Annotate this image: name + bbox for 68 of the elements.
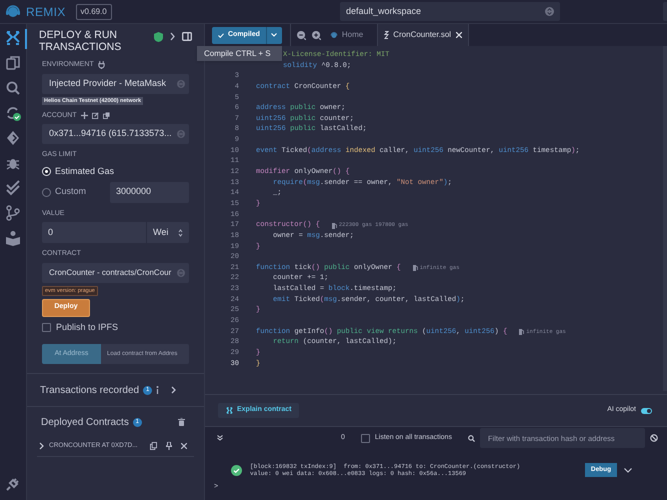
caret-down-icon [271, 33, 278, 37]
updown-caret-icon [545, 7, 554, 16]
section-title: Deployed Contracts [41, 416, 129, 430]
headset-icon [330, 32, 338, 38]
copy-icon[interactable] [150, 442, 157, 450]
plug-icon[interactable] [5, 476, 21, 492]
success-check-icon [231, 464, 242, 476]
info-icon[interactable] [156, 386, 160, 394]
close-icon[interactable] [181, 442, 187, 448]
copy-icon[interactable] [102, 112, 110, 120]
account-select[interactable]: 0x371...94716 (615.7133573... [42, 124, 189, 144]
ban-icon[interactable] [650, 434, 658, 442]
chevron-right-icon[interactable] [39, 442, 44, 450]
side-panel-icon[interactable] [182, 32, 192, 41]
editor-tab[interactable]: Home [324, 24, 370, 46]
environment-select[interactable]: Injected Provider - MetaMask [42, 74, 189, 94]
deploy-icon[interactable] [5, 30, 21, 46]
radio-label: Custom [55, 185, 88, 198]
plug-icon [98, 61, 105, 70]
file-copy-icon[interactable] [5, 55, 21, 71]
updown-caret-icon [177, 268, 185, 276]
contract-select[interactable]: CronCounter - contracts/CronCour [42, 262, 189, 282]
section-title: Transactions recorded [40, 384, 140, 398]
editor-tab[interactable]: CronCounter.sol [377, 24, 470, 46]
double-chevron-down-icon[interactable] [217, 435, 223, 441]
git-branch-icon[interactable] [5, 205, 21, 221]
value-input[interactable]: 0 [42, 222, 146, 243]
checkbox-label: Publish to IPFS [56, 320, 118, 334]
double-check-icon[interactable] [5, 180, 21, 196]
radio-button[interactable] [42, 188, 51, 196]
book-reader-icon[interactable] [5, 230, 21, 246]
app-logo-text: REMIX [26, 4, 66, 20]
checkbox[interactable] [360, 434, 370, 442]
version-badge: v0.69.0 [76, 4, 112, 20]
diamond-arrow-icon[interactable] [5, 130, 21, 146]
fuel-pump-icon [519, 328, 524, 335]
chevron-down-icon[interactable] [624, 468, 632, 472]
unit-select[interactable]: Wei [147, 222, 189, 243]
workspace-select[interactable]: default_workspace [340, 2, 560, 21]
pin-icon[interactable] [166, 442, 172, 450]
tooltip: Compile CTRL + S [197, 46, 282, 61]
chevron-right-icon[interactable] [169, 32, 176, 41]
zoom-out-icon[interactable] [296, 30, 306, 40]
active-indicator [25, 29, 27, 49]
chevron-right-icon[interactable] [171, 386, 177, 394]
check-icon [218, 32, 224, 38]
updown-caret-icon [177, 130, 185, 138]
fuel-pump-icon [332, 222, 337, 229]
fuel-pump-icon [412, 265, 418, 272]
trash-icon[interactable] [178, 418, 185, 426]
close-icon[interactable] [456, 32, 462, 38]
zoom-in-icon[interactable] [312, 30, 321, 40]
compiler-check-icon[interactable] [5, 105, 21, 121]
search-icon[interactable] [5, 80, 21, 96]
toggle-switch[interactable] [641, 408, 652, 414]
edit-icon[interactable] [92, 112, 99, 120]
checkbox[interactable] [42, 322, 51, 332]
gas-input[interactable]: 3000000 [110, 182, 189, 202]
solidity-file-icon [384, 31, 390, 39]
headset-logo-icon [5, 4, 21, 18]
shield-icon[interactable] [154, 32, 163, 42]
search-icon[interactable] [468, 434, 475, 442]
updown-caret-icon [178, 228, 183, 236]
updown-caret-icon [177, 80, 185, 88]
radio-label: Estimated Gas [55, 164, 114, 178]
dropdown-toggle[interactable] [266, 26, 282, 44]
plus-icon[interactable] [80, 112, 88, 120]
panel-title: DEPLOY & RUN TRANSACTIONS [39, 29, 122, 53]
